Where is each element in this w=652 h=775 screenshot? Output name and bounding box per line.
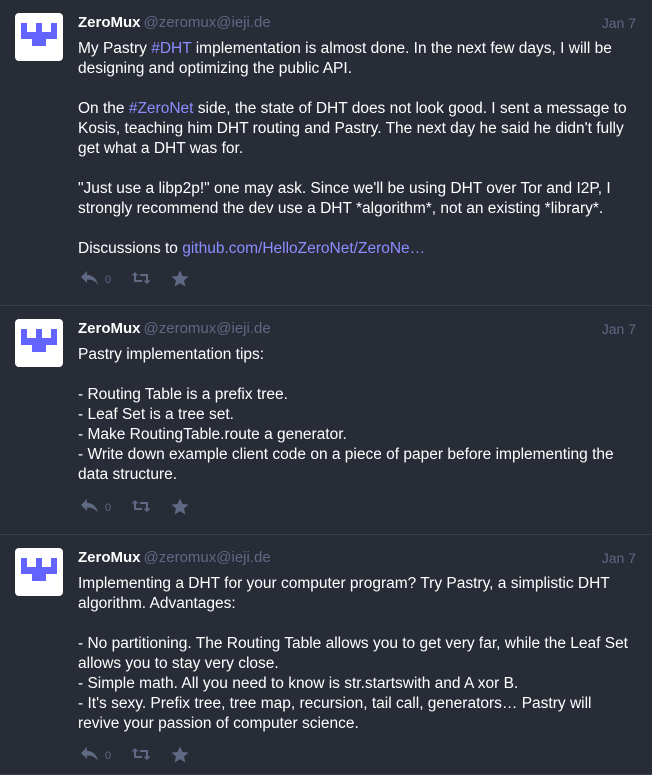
reply-icon [81,271,98,285]
status-actions: 0 [80,744,209,764]
reply-count: 0 [105,274,112,286]
reply-button[interactable]: 0 [80,270,111,286]
display-name[interactable]: ZeroMux [78,14,141,31]
content-paragraph: - No partitioning. The Routing Table all… [78,634,633,734]
reply-icon [81,499,98,513]
boost-button[interactable] [131,746,151,762]
star-icon [171,498,189,514]
status-header: ZeroMux @zeromux@ieji.de Jan 7 [78,13,636,33]
list-line: - Routing Table is a prefix tree. [78,386,288,403]
account-handle[interactable]: @zeromux@ieji.de [144,320,271,337]
star-icon [171,270,189,286]
content-paragraph: Discussions to github.com/HelloZeroNet/Z… [78,239,633,259]
status-date[interactable]: Jan 7 [602,13,636,33]
favourite-button[interactable] [171,746,189,763]
content-paragraph: Pastry implementation tips: [78,346,265,363]
timeline-feed: ZeroMux @zeromux@ieji.de Jan 7 My Pastry … [0,0,652,775]
boost-icon [131,272,151,284]
account-handle[interactable]: @zeromux@ieji.de [144,14,271,31]
boost-button[interactable] [131,270,151,286]
avatar[interactable] [15,319,63,367]
status-content: Implementing a DHT for your computer pro… [78,574,633,734]
reply-count: 0 [105,750,112,762]
status-post[interactable]: ZeroMux @zeromux@ieji.de Jan 7 Implementi… [0,535,652,775]
display-name[interactable]: ZeroMux [78,320,141,337]
list-line: - Simple math. All you need to know is s… [78,675,519,692]
text-segment: My Pastry [78,40,152,57]
content-paragraph: My Pastry #DHT implementation is almost … [78,39,633,79]
status-date[interactable]: Jan 7 [602,548,636,568]
hashtag-dht[interactable]: #DHT [151,40,191,57]
status-post[interactable]: ZeroMux @zeromux@ieji.de Jan 7 My Pastry … [0,0,652,306]
favourite-button[interactable] [171,498,189,515]
avatar[interactable] [15,548,63,596]
reply-button[interactable]: 0 [80,498,111,514]
text-segment: Discussions to [78,240,183,257]
status-header: ZeroMux @zeromux@ieji.de Jan 7 [78,319,636,339]
reply-count: 0 [105,502,112,514]
boost-button[interactable] [131,498,151,514]
list-line: - Make RoutingTable.route a generator. [78,426,347,443]
favourite-button[interactable] [171,270,189,287]
reply-icon [81,747,98,761]
display-name[interactable]: ZeroMux [78,549,141,566]
status-content: Pastry implementation tips: - Routing Ta… [78,345,633,485]
hashtag-zeronet[interactable]: #ZeroNet [129,100,194,117]
status-date[interactable]: Jan 7 [602,319,636,339]
account-handle[interactable]: @zeromux@ieji.de [144,549,271,566]
status-content: My Pastry #DHT implementation is almost … [78,39,633,259]
status-post[interactable]: ZeroMux @zeromux@ieji.de Jan 7 Pastry imp… [0,306,652,535]
avatar[interactable] [15,13,63,61]
zeromux-logo-icon [21,558,57,581]
star-icon [171,746,189,762]
zeromux-logo-icon [21,329,57,352]
list-line: - Write down example client code on a pi… [78,446,614,483]
github-link[interactable]: github.com/HelloZeroNet/ZeroNe… [182,240,425,257]
zeromux-logo-icon [21,23,57,46]
boost-icon [131,500,151,512]
content-paragraph: - Routing Table is a prefix tree. - Leaf… [78,385,633,485]
boost-icon [131,748,151,760]
list-line: - It's sexy. Prefix tree, tree map, recu… [78,695,592,732]
status-actions: 0 [80,496,209,516]
content-paragraph: Implementing a DHT for your computer pro… [78,575,610,612]
content-paragraph: On the #ZeroNet side, the state of DHT d… [78,99,633,159]
status-header: ZeroMux @zeromux@ieji.de Jan 7 [78,548,636,568]
list-line: - Leaf Set is a tree set. [78,406,234,423]
status-actions: 0 [80,268,209,288]
list-line: - No partitioning. The Routing Table all… [78,635,628,672]
text-segment: On the [78,100,129,117]
content-paragraph: "Just use a libp2p!" one may ask. Since … [78,180,611,217]
reply-button[interactable]: 0 [80,746,111,762]
